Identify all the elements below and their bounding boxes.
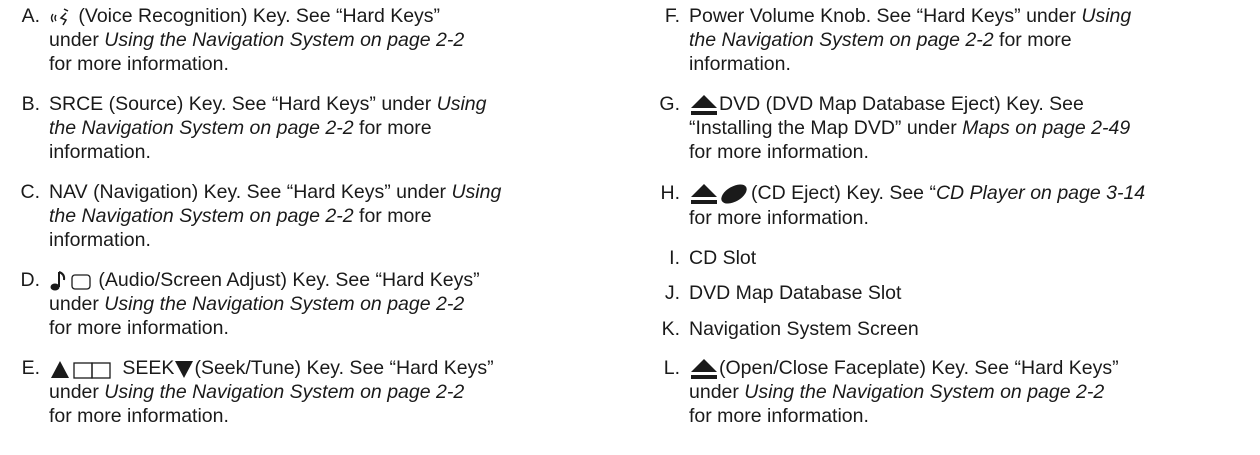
item-body: Power Volume Knob. See “Hard Keys” under… — [689, 5, 1132, 75]
cross-reference-link: the Navigation System on page 2-2 — [689, 29, 994, 51]
item-letter: A. — [21, 5, 40, 27]
seek-down-icon — [174, 358, 194, 380]
item-body: DVD Map Database Slot — [689, 281, 1260, 305]
item-letter: F. — [664, 5, 680, 27]
seek-tune-icon — [49, 358, 117, 380]
item-body: (Open/Close Faceplate) Key. See “Hard Ke… — [689, 357, 1119, 427]
item-body: SEEK (Seek/Tune) Key. See “Hard Keys” un… — [49, 357, 494, 427]
eject-icon — [689, 94, 719, 116]
cross-reference-link: the Navigation System on page 2-2 — [49, 117, 354, 139]
item-text: DVD (DVD Map Database Eject) Key. See — [719, 93, 1084, 115]
item-letter: K. — [661, 318, 680, 340]
cross-reference-link: the Navigation System on page 2-2 — [49, 205, 354, 227]
item-text: CD Slot — [689, 247, 757, 269]
item-body: DVD (DVD Map Database Eject) Key. See “I… — [689, 93, 1131, 163]
cross-reference-link: Using — [451, 181, 502, 203]
item-body: Navigation System Screen — [689, 317, 1260, 341]
voice-recognition-icon — [49, 6, 73, 28]
cd-eject-icon — [689, 182, 751, 206]
item-body: (Audio/Screen Adjust) Key. See “Hard Key… — [49, 269, 480, 339]
cross-reference-link: CD Player on page 3-14 — [935, 182, 1146, 204]
item-text: Navigation System Screen — [689, 318, 919, 340]
item-letter: I. — [669, 247, 680, 269]
cross-reference-link: Using the Navigation System on page 2-2 — [104, 381, 465, 403]
item-letter: E. — [21, 357, 40, 379]
audio-screen-adjust-icon — [49, 270, 93, 292]
item-letter: B. — [21, 93, 40, 115]
item-letter: J. — [664, 282, 680, 304]
item-text: SEEK — [117, 357, 175, 379]
item-letter: D. — [20, 269, 41, 291]
item-text: (CD Eject) Key. See “ — [751, 182, 936, 204]
item-text: DVD Map Database Slot — [689, 282, 902, 304]
cross-reference-link: Using — [436, 93, 487, 115]
item-text: (Voice Recognition) Key. See “Hard Keys” — [73, 5, 441, 27]
cross-reference-link: Maps on page 2-49 — [962, 117, 1131, 139]
item-body: NAV (Navigation) Key. See “Hard Keys” un… — [49, 181, 502, 251]
item-body: (Voice Recognition) Key. See “Hard Keys”… — [49, 5, 465, 75]
cross-reference-link: Using the Navigation System on page 2-2 — [744, 381, 1105, 403]
item-letter: C. — [20, 181, 41, 203]
item-text: (Audio/Screen Adjust) Key. See “Hard Key… — [93, 269, 480, 291]
eject-icon — [689, 358, 719, 380]
cross-reference-link: Using — [1081, 5, 1132, 27]
item-body: CD Slot — [689, 246, 1260, 270]
item-text: (Open/Close Faceplate) Key. See “Hard Ke… — [719, 357, 1119, 379]
cross-reference-link: Using the Navigation System on page 2-2 — [104, 293, 465, 315]
item-letter: G. — [659, 93, 680, 115]
item-letter: L. — [663, 357, 680, 379]
item-letter: H. — [660, 182, 681, 204]
item-body: SRCE (Source) Key. See “Hard Keys” under… — [49, 93, 487, 163]
cross-reference-link: Using the Navigation System on page 2-2 — [104, 29, 465, 51]
item-body: (CD Eject) Key. See “CD Player on page 3… — [689, 182, 1146, 229]
